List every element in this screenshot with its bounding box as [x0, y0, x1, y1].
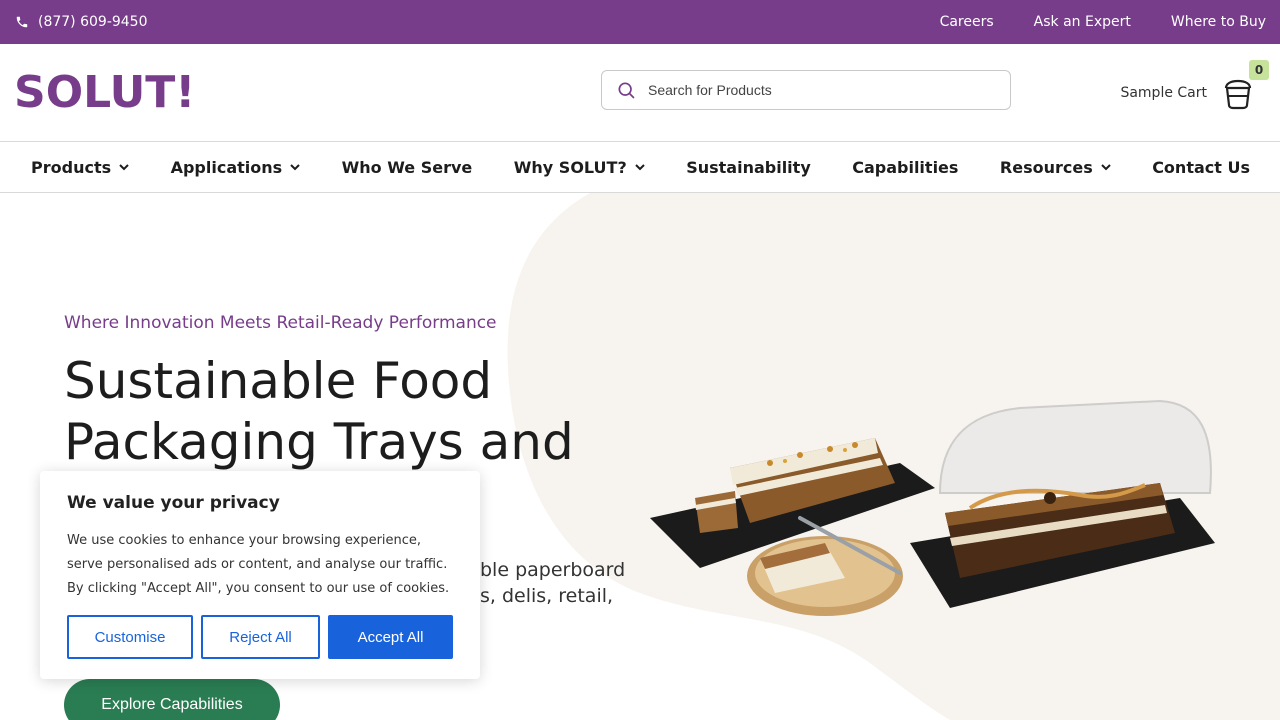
nav-label: Resources [999, 157, 1093, 177]
nav-label: Who We Serve [341, 157, 473, 177]
search-input[interactable] [648, 82, 988, 98]
nav-sustainability[interactable]: Sustainability [686, 158, 811, 177]
hero-body: ble paperboard s, delis, retail, [480, 557, 640, 609]
phone-icon [16, 16, 28, 28]
product-image [650, 399, 1215, 616]
cookie-consent-dialog: We value your privacy We use cookies to … [40, 471, 480, 679]
nav-products[interactable]: Products [31, 158, 129, 177]
logo[interactable]: SOLUT! [14, 67, 195, 118]
top-bar: (877) 609-9450 Careers Ask an Expert Whe… [0, 0, 1280, 44]
nav-contact-us[interactable]: Contact Us [1152, 158, 1250, 177]
hero-body-line: ble paperboard [480, 559, 626, 581]
cart-count-badge: 0 [1249, 59, 1269, 80]
explore-capabilities-button[interactable]: Explore Capabilities [64, 679, 280, 720]
cart-button[interactable]: 0 [1221, 59, 1269, 110]
chevron-down-icon [1101, 164, 1111, 171]
nav-capabilities[interactable]: Capabilities [852, 158, 958, 177]
nav-label: Capabilities [852, 157, 959, 177]
cart-icon [1224, 79, 1252, 109]
hero-eyebrow: Where Innovation Meets Retail-Ready Perf… [64, 313, 497, 333]
nav-label: Contact Us [1152, 157, 1250, 177]
nav-why-solut[interactable]: Why SOLUT? [514, 158, 645, 177]
nav-label: Applications [170, 157, 283, 177]
nav-resources[interactable]: Resources [1000, 158, 1111, 177]
customise-button[interactable]: Customise [67, 615, 193, 659]
nav-label: Why SOLUT? [513, 157, 627, 177]
search-bar[interactable] [601, 70, 1011, 110]
reject-all-button[interactable]: Reject All [201, 615, 320, 659]
cookie-text: We use cookies to enhance your browsing … [67, 533, 450, 596]
where-to-buy-link[interactable]: Where to Buy [1171, 14, 1266, 30]
nav-label: Sustainability [686, 157, 811, 177]
careers-link[interactable]: Careers [940, 14, 994, 30]
sample-cart[interactable]: Sample Cart 0 [1120, 59, 1269, 110]
phone-number[interactable]: (877) 609-9450 [38, 14, 148, 30]
nav-label: Products [31, 157, 112, 177]
chevron-down-icon [290, 164, 300, 171]
ask-an-expert-link[interactable]: Ask an Expert [1034, 14, 1131, 30]
nav-who-we-serve[interactable]: Who We Serve [342, 158, 473, 177]
accept-all-button[interactable]: Accept All [328, 615, 453, 659]
chevron-down-icon [635, 164, 645, 171]
utility-links: Careers Ask an Expert Where to Buy [940, 14, 1266, 30]
search-icon[interactable] [616, 80, 636, 100]
main-nav: Products Applications Who We Serve Why S… [0, 142, 1280, 193]
site-header: SOLUT! Sample Cart 0 [0, 44, 1280, 142]
chevron-down-icon [119, 164, 129, 171]
hero-headline: Sustainable Food Packaging Trays and [64, 352, 574, 471]
cart-label[interactable]: Sample Cart [1120, 85, 1207, 101]
cookie-title: We value your privacy [67, 493, 280, 513]
nav-applications[interactable]: Applications [171, 158, 301, 177]
hero-body-line: s, delis, retail, [480, 585, 614, 607]
cookie-buttons: Customise Reject All Accept All [67, 615, 453, 659]
phone-link[interactable]: (877) 609-9450 [15, 14, 148, 30]
